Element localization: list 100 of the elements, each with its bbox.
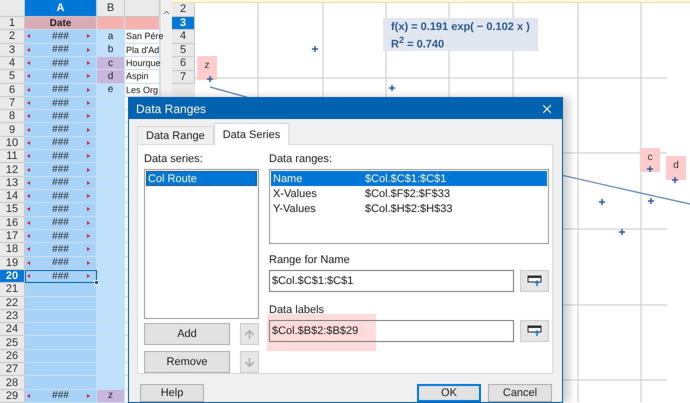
row-header[interactable]: 2 (0, 30, 25, 44)
cell[interactable]: b (97, 44, 125, 57)
cell[interactable] (97, 123, 125, 137)
cell[interactable]: ### (25, 216, 97, 230)
cell[interactable]: ### (25, 270, 97, 284)
row-header[interactable]: 5 (172, 44, 195, 57)
cell[interactable]: Hourque (125, 56, 160, 70)
list-item[interactable]: Name $Col.$C$1:$C$1 (271, 171, 547, 186)
row-header[interactable]: 10 (0, 136, 25, 150)
select-range-button[interactable] (520, 320, 549, 342)
row-header[interactable]: 7 (172, 70, 195, 84)
dialog-button[interactable]: OK (417, 384, 481, 402)
tab[interactable]: Data Series (214, 123, 290, 145)
row-header[interactable]: 29 (0, 390, 25, 403)
cell[interactable]: ### (25, 243, 97, 257)
row-header[interactable]: 25 (0, 336, 25, 350)
cell[interactable]: ### (25, 44, 97, 57)
row-header[interactable]: 14 (0, 190, 25, 204)
cell[interactable] (97, 243, 125, 257)
cell[interactable] (97, 376, 125, 390)
cell[interactable] (97, 296, 125, 310)
cell[interactable]: ### (25, 70, 97, 84)
cell[interactable]: ### (25, 163, 97, 177)
input-field[interactable]: $Col.$B$2:$B$29 (269, 320, 514, 342)
column-header[interactable]: B (97, 0, 125, 17)
cell[interactable] (97, 136, 125, 150)
row-header[interactable]: 6 (0, 84, 25, 97)
cell[interactable]: ### (25, 390, 97, 403)
cell[interactable] (97, 176, 125, 190)
cell[interactable] (97, 310, 125, 324)
row-header[interactable]: 15 (0, 203, 25, 217)
cell[interactable] (97, 350, 125, 364)
cell[interactable] (125, 17, 160, 30)
row-header[interactable]: 18 (0, 243, 25, 257)
cell[interactable] (25, 350, 97, 364)
fill-handle[interactable] (94, 280, 99, 286)
cell[interactable] (25, 376, 97, 390)
cell[interactable] (97, 336, 125, 350)
cell[interactable] (97, 323, 125, 336)
row-header[interactable]: 16 (0, 216, 25, 230)
cell[interactable]: Date (25, 17, 97, 30)
cell[interactable]: Les Org (125, 84, 160, 97)
list-item[interactable]: Col Route (146, 171, 257, 186)
cell[interactable]: ### (25, 84, 97, 97)
row-header[interactable]: 13 (0, 176, 25, 190)
row-header[interactable]: 4 (172, 30, 195, 44)
row-header[interactable]: 20 (0, 270, 25, 284)
add-button[interactable]: Add (144, 323, 230, 345)
list-item[interactable]: Y-Values $Col.$H$2:$H$33 (271, 201, 547, 216)
cell[interactable]: ### (25, 123, 97, 137)
cell[interactable] (25, 336, 97, 350)
cell[interactable]: ### (25, 30, 97, 44)
row-header[interactable]: 3 (172, 16, 195, 30)
cell[interactable] (97, 283, 125, 297)
ranges-list[interactable]: Name $Col.$C$1:$C$1 X-Values $Col.$F$2:$F$33 Y-Values $Col.$H$2:$H$33 (269, 169, 549, 244)
cell[interactable]: ### (25, 96, 97, 110)
row-header[interactable]: 23 (0, 310, 25, 324)
cell[interactable] (97, 17, 125, 30)
row-header[interactable]: 2 (172, 3, 195, 16)
row-header[interactable]: 28 (0, 376, 25, 390)
cell[interactable] (97, 163, 125, 177)
remove-button[interactable]: Remove (144, 351, 230, 373)
cell[interactable] (97, 96, 125, 110)
cell[interactable] (97, 363, 125, 376)
scroll-up-icon[interactable] (162, 8, 171, 17)
row-header[interactable]: 7 (0, 96, 25, 110)
cell[interactable]: ### (25, 190, 97, 204)
cell[interactable] (97, 190, 125, 204)
dialog-button[interactable]: Cancel (488, 384, 552, 402)
cell[interactable]: a (97, 30, 125, 44)
cell[interactable]: d (97, 70, 125, 84)
cell[interactable]: ### (25, 256, 97, 270)
cell[interactable]: ### (25, 110, 97, 124)
cell[interactable]: ### (25, 230, 97, 244)
column-header[interactable]: A (25, 0, 97, 17)
row-header[interactable]: 3 (0, 44, 25, 57)
cell[interactable]: ### (25, 176, 97, 190)
cell[interactable]: z (97, 390, 125, 403)
cell[interactable]: e (97, 84, 125, 97)
select-all-corner[interactable] (0, 0, 25, 17)
cell[interactable]: ### (25, 56, 97, 70)
cell[interactable] (25, 296, 97, 310)
cell[interactable] (25, 283, 97, 297)
row-header[interactable]: 9 (0, 123, 25, 137)
row-header[interactable]: 4 (0, 56, 25, 70)
cell[interactable] (25, 363, 97, 376)
row-header[interactable]: 1 (0, 17, 25, 30)
row-header[interactable]: 26 (0, 350, 25, 364)
dialog-button[interactable]: Help (140, 384, 204, 402)
row-header[interactable]: 22 (0, 296, 25, 310)
cell[interactable] (97, 203, 125, 217)
cell[interactable] (97, 230, 125, 244)
row-header[interactable]: 21 (0, 283, 25, 297)
list-item[interactable]: X-Values $Col.$F$2:$F$33 (271, 186, 547, 201)
row-header[interactable]: 8 (0, 110, 25, 124)
row-header[interactable]: 24 (0, 323, 25, 336)
row-header[interactable]: 6 (172, 57, 195, 70)
cell[interactable]: c (97, 56, 125, 70)
cell[interactable]: ### (25, 150, 97, 164)
cell[interactable] (97, 270, 125, 284)
